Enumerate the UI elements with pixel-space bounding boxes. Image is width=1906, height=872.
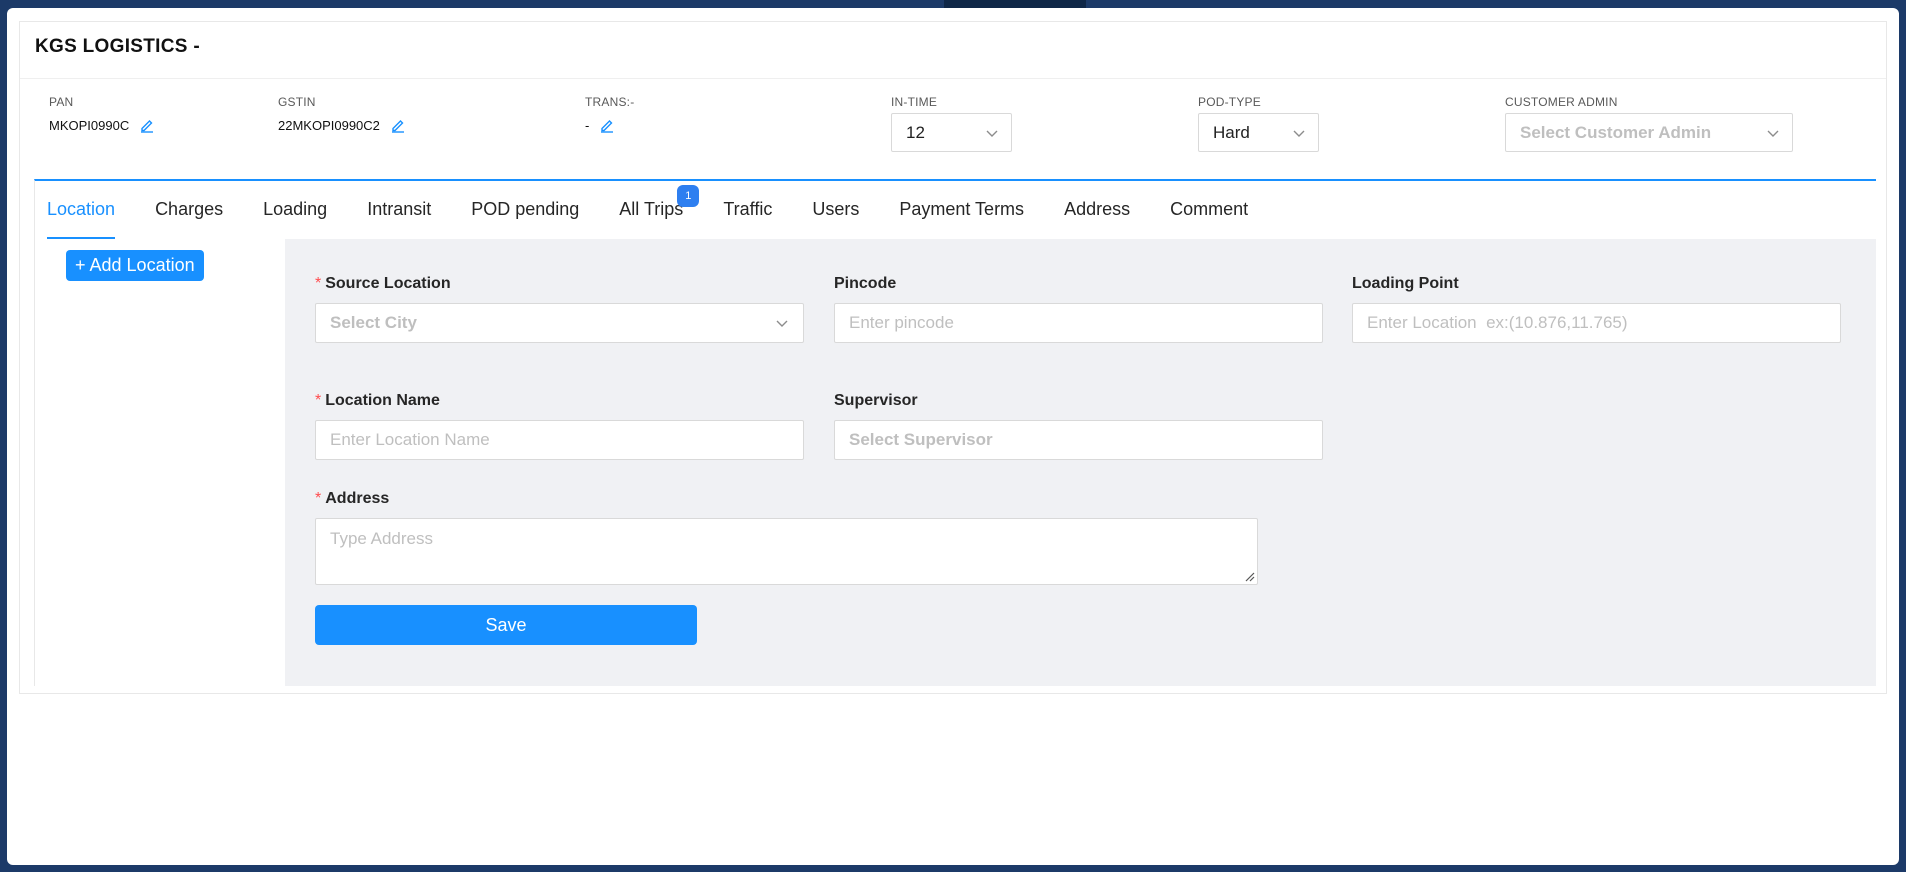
tab-comment[interactable]: Comment (1170, 181, 1248, 239)
add-location-button[interactable]: + Add Location (66, 250, 204, 281)
trans-info: TRANS:- - (585, 95, 634, 133)
address-field: * Address Type Address (315, 490, 1258, 585)
gstin-label: GSTIN (278, 95, 316, 109)
location-list-panel: + Add Location (35, 239, 285, 686)
tab-label: Charges (155, 199, 224, 219)
chevron-down-icon (775, 316, 789, 330)
source-location-field: * Source Location Select City (315, 275, 804, 343)
pod-type-label: POD-TYPE (1198, 95, 1261, 109)
tab-traffic[interactable]: Traffic (723, 181, 772, 239)
pod-type-info: POD-TYPE Hard (1198, 95, 1319, 152)
tab-label: Users (812, 199, 860, 219)
loading-point-label: Loading Point (1352, 275, 1459, 292)
supervisor-placeholder: Select Supervisor (849, 430, 993, 449)
pincode-placeholder: Enter pincode (849, 313, 954, 332)
tab-intransit[interactable]: Intransit (367, 181, 431, 239)
required-mark: * (315, 490, 322, 507)
tab-label: Intransit (367, 199, 432, 219)
required-mark: * (315, 275, 322, 292)
app-window: KGS LOGISTICS - PAN MKOPI0990C GSTIN 22M… (7, 8, 1899, 865)
customer-admin-info: CUSTOMER ADMIN Select Customer Admin (1505, 95, 1793, 152)
required-mark: * (315, 392, 322, 409)
location-name-input[interactable]: Enter Location Name (315, 420, 804, 460)
tab-label: Location (47, 199, 116, 219)
pod-type-value: Hard (1213, 122, 1250, 142)
company-title: KGS LOGISTICS - (35, 36, 200, 57)
gstin-value-row: 22MKOPI0990C2 (278, 117, 406, 133)
tab-label: Address (1064, 199, 1131, 219)
edit-trans-icon[interactable] (599, 117, 615, 133)
in-time-value: 12 (906, 122, 925, 142)
window-top-strip (944, 0, 1086, 8)
pan-value: MKOPI0990C (49, 117, 130, 133)
pincode-field: Pincode Enter pincode (834, 275, 1323, 343)
customer-admin-select[interactable]: Select Customer Admin (1505, 113, 1793, 152)
tab-charges[interactable]: Charges (155, 181, 223, 239)
label-text: Address (325, 490, 390, 507)
address-label: * Address (315, 490, 1258, 508)
customer-admin-label: CUSTOMER ADMIN (1505, 95, 1618, 109)
in-time-label: IN-TIME (891, 95, 938, 109)
trans-label: TRANS:- (585, 95, 635, 109)
address-placeholder: Type Address (330, 529, 434, 548)
in-time-info: IN-TIME 12 (891, 95, 1012, 152)
supervisor-label: Supervisor (834, 392, 918, 409)
loading-point-placeholder: Enter Location ex:(10.876,11.765) (1367, 313, 1628, 332)
tab-label: All Trips (619, 199, 684, 219)
loading-point-input[interactable]: Enter Location ex:(10.876,11.765) (1352, 303, 1841, 343)
pod-type-select[interactable]: Hard (1198, 113, 1319, 152)
trans-value: - (585, 117, 590, 133)
label-text: Source Location (325, 275, 451, 292)
resize-handle-icon[interactable] (1245, 572, 1255, 582)
location-name-label: * Location Name (315, 392, 804, 410)
address-textarea[interactable]: Type Address (315, 518, 1258, 585)
tab-pod-pending[interactable]: POD pending (471, 181, 579, 239)
source-location-label: * Source Location (315, 275, 804, 293)
tab-location[interactable]: Location (47, 181, 116, 239)
company-info-row: PAN MKOPI0990C GSTIN 22MKOPI0990C2 TRANS… (20, 95, 1886, 155)
pan-value-row: MKOPI0990C (49, 117, 155, 133)
trip-count-badge: 1 (677, 185, 700, 207)
tab-label: Loading (263, 199, 328, 219)
supervisor-select[interactable]: Select Supervisor (834, 420, 1323, 460)
chevron-down-icon (1766, 126, 1780, 140)
gstin-value: 22MKOPI0990C2 (278, 117, 380, 133)
loading-point-field: Loading Point Enter Location ex:(10.876,… (1352, 275, 1841, 343)
source-location-placeholder: Select City (330, 313, 417, 332)
company-card: KGS LOGISTICS - PAN MKOPI0990C GSTIN 22M… (19, 21, 1887, 694)
location-form: * Source Location Select City Pincode Ent… (285, 239, 1876, 686)
save-button[interactable]: Save (315, 605, 697, 645)
tab-label: Payment Terms (899, 199, 1025, 219)
tab-users[interactable]: Users (812, 181, 859, 239)
chevron-down-icon (1292, 126, 1306, 140)
tab-all-trips[interactable]: All Trips 1 (619, 181, 700, 239)
pan-label: PAN (49, 95, 74, 109)
in-time-select[interactable]: 12 (891, 113, 1012, 152)
pincode-input[interactable]: Enter pincode (834, 303, 1323, 343)
supervisor-field: Supervisor Select Supervisor (834, 392, 1323, 460)
customer-admin-placeholder: Select Customer Admin (1520, 122, 1712, 142)
trans-value-row: - (585, 117, 634, 133)
chevron-down-icon (985, 126, 999, 140)
tab-label: Comment (1170, 199, 1249, 219)
pan-info: PAN MKOPI0990C (49, 95, 155, 133)
tab-address[interactable]: Address (1064, 181, 1130, 239)
edit-gstin-icon[interactable] (390, 117, 406, 133)
label-text: Location Name (325, 392, 440, 409)
location-name-placeholder: Enter Location Name (330, 430, 490, 449)
tab-payment-terms[interactable]: Payment Terms (899, 181, 1024, 239)
source-location-select[interactable]: Select City (315, 303, 804, 343)
tabs-container: Location Charges Loading Intransit POD p… (34, 179, 1876, 686)
tab-label: POD pending (471, 199, 580, 219)
tab-label: Traffic (723, 199, 773, 219)
pincode-label: Pincode (834, 275, 897, 292)
tab-bar: Location Charges Loading Intransit POD p… (35, 181, 1876, 239)
location-name-field: * Location Name Enter Location Name (315, 392, 804, 460)
edit-pan-icon[interactable] (139, 117, 155, 133)
gstin-info: GSTIN 22MKOPI0990C2 (278, 95, 406, 133)
divider (20, 78, 1886, 79)
tab-loading[interactable]: Loading (263, 181, 327, 239)
